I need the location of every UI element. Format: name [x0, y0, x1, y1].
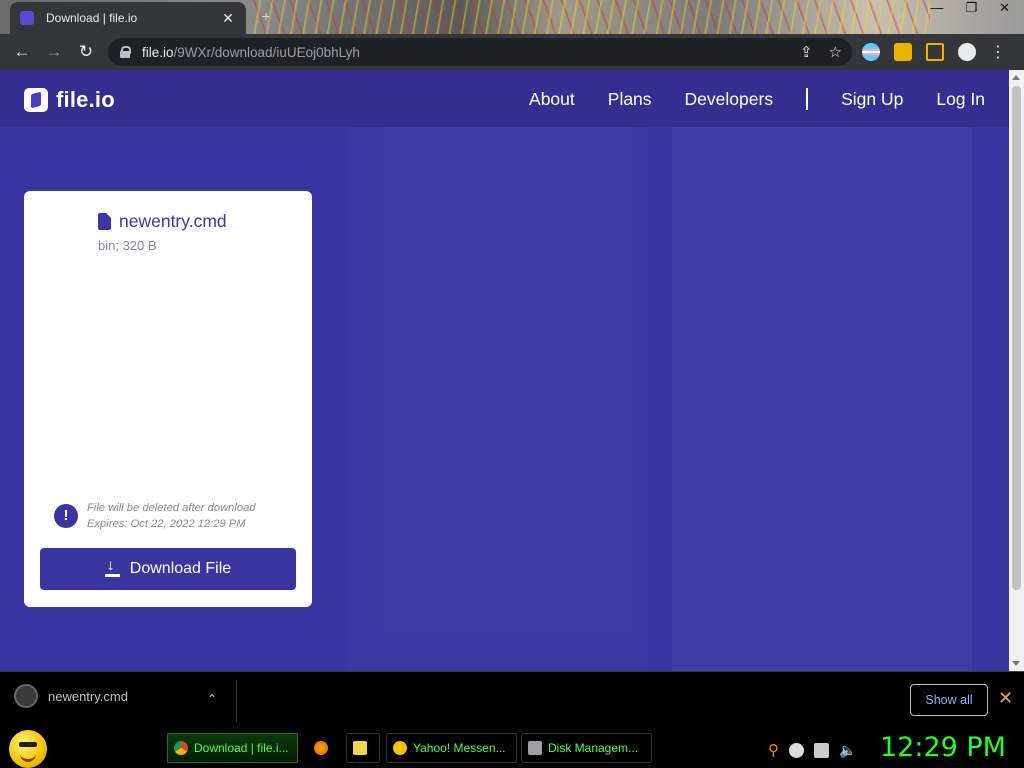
download-icon — [104, 557, 121, 577]
scroll-up-icon[interactable] — [1012, 75, 1020, 80]
file-card: newentry.cmd bin; 320 B ! File will be d… — [24, 191, 312, 607]
firefox-icon[interactable] — [314, 741, 328, 755]
chrome-icon — [174, 741, 188, 755]
tray-status-icon[interactable] — [789, 742, 804, 758]
show-all-button[interactable]: Show all — [910, 684, 988, 716]
page-scrollbar[interactable] — [1009, 70, 1024, 671]
volume-icon[interactable]: 🔈 — [839, 742, 856, 759]
lock-icon[interactable] — [120, 46, 131, 58]
download-shelf: newentry.cmd ⌃ Show all ✕ — [0, 671, 1024, 729]
taskbar-item-yahoo[interactable]: Yahoo! Messen... — [386, 733, 517, 763]
taskbar-item-disk-management[interactable]: Disk Managem... — [521, 733, 652, 763]
network-icon[interactable] — [814, 742, 829, 758]
scrollbar-thumb[interactable] — [1012, 86, 1021, 590]
back-icon[interactable]: ← — [6, 42, 38, 62]
nav-sign-up[interactable]: Sign Up — [841, 89, 903, 110]
notice-line-2: Expires: Oct 22, 2022 12:29 PM — [87, 518, 246, 530]
browser-title-bar: Download | file.io ✕ + — ❐ ✕ — [0, 0, 1024, 34]
deletion-notice: ! File will be deleted after download Ex… — [54, 500, 256, 532]
taskbar-item-label: Disk Managem... — [548, 741, 639, 755]
window-controls: — ❐ ✕ — [930, 0, 1010, 16]
bg-stripe — [672, 127, 972, 671]
file-title: newentry.cmd — [98, 211, 227, 232]
fileio-favicon-icon — [20, 11, 34, 25]
notice-text: File will be deleted after download Expi… — [87, 500, 256, 532]
chevron-up-icon[interactable]: ⌃ — [207, 692, 217, 706]
bg-stripe — [348, 127, 648, 671]
browser-tab[interactable]: Download | file.io ✕ — [10, 2, 246, 34]
taskbar-item-explorer[interactable] — [346, 733, 380, 763]
taskbar-clock[interactable]: 12:29 PM — [880, 732, 1006, 763]
desktop-wallpaper-strip — [250, 0, 930, 34]
new-tab-icon[interactable]: + — [262, 8, 270, 24]
minimize-icon[interactable]: — — [930, 0, 943, 16]
taskbar-item-label: Yahoo! Messen... — [413, 741, 506, 755]
yahoo-messenger-icon — [393, 741, 407, 755]
file-meta: bin; 320 B — [98, 238, 157, 253]
site-header: file.io About Plans Developers Sign Up L… — [0, 70, 1009, 127]
taskbar-item-chrome[interactable]: Download | file.i... — [167, 733, 298, 763]
download-button-label: Download File — [129, 560, 232, 577]
account-avatar-icon[interactable] — [958, 43, 976, 61]
file-name: newentry.cmd — [119, 211, 227, 231]
extensions-area: ⋮ — [862, 42, 1006, 62]
web-page: file.io About Plans Developers Sign Up L… — [0, 70, 1009, 671]
site-logo[interactable]: file.io — [24, 87, 115, 113]
logo-text: file.io — [56, 87, 115, 112]
file-icon — [98, 213, 111, 230]
search-icon[interactable]: ⚲ — [768, 741, 779, 759]
url-path: /9WXr/download/iuUEoj0bhLyh — [173, 44, 360, 60]
scroll-down-icon[interactable] — [1012, 661, 1020, 666]
close-window-icon[interactable]: ✕ — [999, 0, 1010, 16]
nav-divider — [806, 88, 809, 110]
nav-log-in[interactable]: Log In — [936, 89, 985, 110]
shelf-divider — [236, 680, 237, 722]
bookmark-star-icon[interactable]: ☆ — [829, 43, 842, 61]
start-smiley-icon[interactable] — [9, 730, 47, 768]
menu-kebab-icon[interactable]: ⋮ — [990, 42, 1006, 62]
os-taskbar: Download | file.i... Yahoo! Messen... Di… — [0, 729, 1024, 768]
disk-management-icon — [528, 741, 542, 755]
downloaded-file-icon — [14, 684, 38, 708]
download-file-button[interactable]: Download File — [40, 548, 296, 590]
nav-developers[interactable]: Developers — [685, 89, 774, 110]
share-icon[interactable]: ⇪ — [800, 43, 813, 61]
profile-flag-icon[interactable] — [862, 43, 880, 61]
nav-about[interactable]: About — [529, 89, 575, 110]
fileio-logo-icon — [24, 88, 48, 112]
folder-icon — [353, 741, 367, 755]
site-nav: About Plans Developers Sign Up Log In — [496, 88, 985, 110]
download-item-name: newentry.cmd — [48, 688, 128, 704]
close-shelf-icon[interactable]: ✕ — [998, 688, 1013, 709]
restore-icon[interactable]: ❐ — [965, 0, 977, 16]
url-host: file.io — [142, 44, 174, 60]
address-bar[interactable]: file.io/9WXr/download/iuUEoj0bhLyh ⇪ ☆ — [108, 38, 852, 66]
download-item[interactable]: newentry.cmd — [14, 684, 128, 708]
puzzle-extensions-icon[interactable] — [894, 43, 912, 61]
nav-plans[interactable]: Plans — [608, 89, 652, 110]
forward-icon[interactable]: → — [38, 42, 70, 62]
close-tab-icon[interactable]: ✕ — [220, 10, 236, 27]
reload-icon[interactable]: ↻ — [70, 42, 102, 62]
notice-line-1: File will be deleted after download — [87, 502, 256, 514]
taskbar-item-label: Download | file.i... — [194, 741, 289, 755]
info-exclamation-icon: ! — [54, 504, 78, 528]
system-tray: ⚲ 🔈 — [768, 741, 856, 760]
tab-title: Download | file.io — [46, 11, 138, 25]
side-panel-icon[interactable] — [926, 43, 944, 61]
